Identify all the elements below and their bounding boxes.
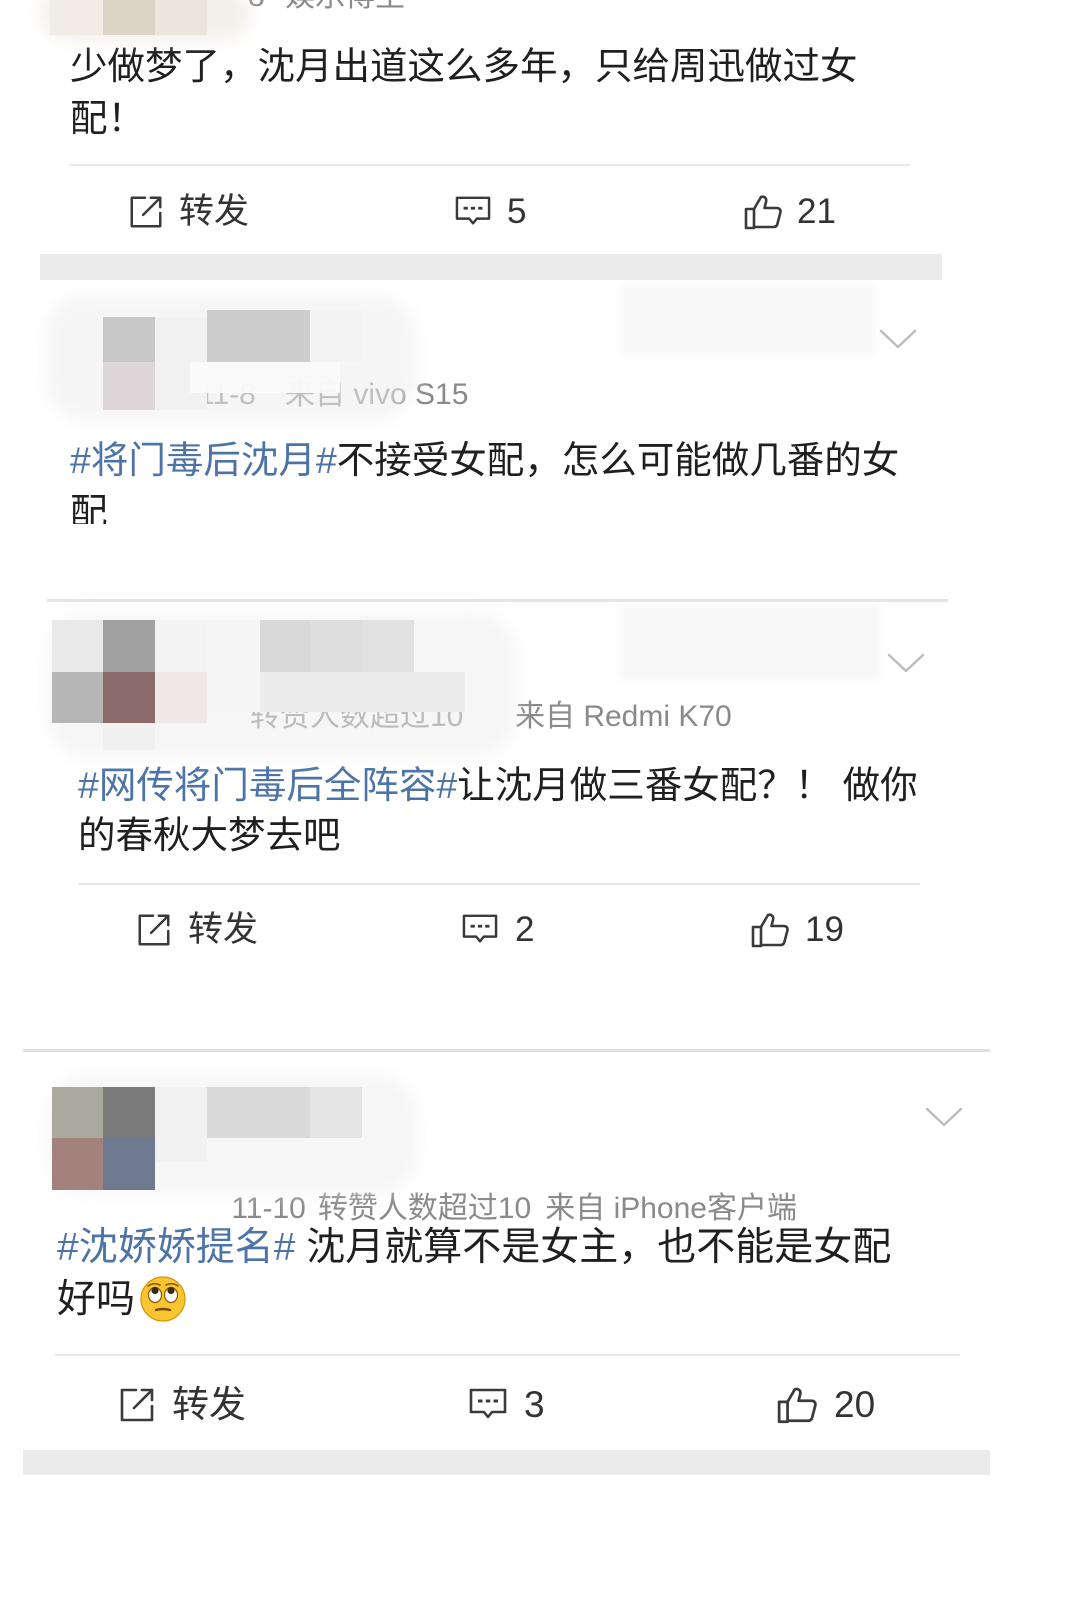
comment-bubble-icon[interactable] bbox=[468, 1387, 508, 1423]
author-badge: 娱乐博主 bbox=[285, 0, 405, 14]
blurred-region bbox=[620, 605, 880, 680]
comment-count[interactable]: 2 bbox=[515, 906, 534, 954]
post-text: #网传将门毒后全阵容#让沈月做三番女配？！ 做你 的春秋大梦去吧 bbox=[78, 759, 1038, 869]
comment-count[interactable]: 5 bbox=[507, 188, 526, 236]
comment-bubble-icon[interactable] bbox=[454, 195, 492, 229]
comment-button[interactable]: 2 bbox=[461, 906, 534, 954]
thumbs-up-icon[interactable] bbox=[743, 192, 783, 232]
post-time: 11-10 bbox=[231, 1192, 306, 1225]
face-with-rolling-eyes-icon bbox=[140, 1276, 186, 1322]
post-source: 来自 iPhone客户端 bbox=[545, 1192, 797, 1225]
section-gap bbox=[40, 254, 942, 280]
thumbs-up-icon[interactable] bbox=[776, 1384, 818, 1426]
divider bbox=[78, 883, 920, 885]
post-text-line: 好吗 bbox=[57, 1274, 187, 1326]
post-source: 来自 Redmi K70 bbox=[515, 700, 732, 733]
blurred-avatar[interactable] bbox=[45, 290, 415, 420]
repost-button[interactable]: 转发 bbox=[117, 1381, 246, 1429]
chevron-down-icon[interactable] bbox=[887, 652, 925, 674]
like-count[interactable]: 21 bbox=[797, 188, 836, 236]
comment-button[interactable]: 3 bbox=[468, 1381, 545, 1429]
blurred-avatar[interactable] bbox=[47, 1075, 417, 1195]
post-text-line: 配！ bbox=[70, 97, 145, 139]
section-gap bbox=[23, 1450, 990, 1475]
repost-label[interactable]: 转发 bbox=[188, 906, 258, 954]
share-out-icon[interactable] bbox=[127, 193, 165, 231]
thumbs-up-icon[interactable] bbox=[750, 910, 790, 950]
share-out-icon[interactable] bbox=[117, 1385, 157, 1425]
comment-bubble-icon[interactable] bbox=[461, 913, 499, 947]
like-button[interactable]: 20 bbox=[776, 1381, 875, 1429]
like-count[interactable]: 19 bbox=[805, 906, 844, 954]
section-separator bbox=[23, 1049, 990, 1052]
divider bbox=[70, 164, 910, 166]
post-stat: 转赞人数超过10 bbox=[317, 1192, 532, 1225]
like-count[interactable]: 20 bbox=[834, 1381, 875, 1429]
repost-label[interactable]: 转发 bbox=[179, 188, 249, 236]
post-text-line: 的春秋大梦去吧 bbox=[78, 814, 341, 856]
post-text-line: #网传将门毒后全阵容#让沈月做三番女配？！ 做你 bbox=[78, 759, 918, 811]
post-text-segment: 不接受女配，怎么可能做几番的女 bbox=[336, 439, 900, 481]
comment-count[interactable]: 3 bbox=[524, 1381, 545, 1429]
post-text-line: 配 bbox=[70, 491, 108, 524]
post-text: 少做梦了，沈月出道这么多年，只给周迅做过女 配！ bbox=[70, 40, 1030, 150]
repost-button[interactable]: 转发 bbox=[135, 906, 258, 954]
like-button[interactable]: 19 bbox=[750, 906, 844, 954]
like-button[interactable]: 21 bbox=[743, 188, 836, 236]
post-text: #将门毒后沈月#不接受女配，怎么可能做几番的女 配 bbox=[70, 434, 1030, 524]
hashtag-link[interactable]: #将门毒后沈月# bbox=[70, 439, 337, 481]
chevron-down-icon[interactable] bbox=[925, 1106, 963, 1128]
blurred-avatar[interactable] bbox=[40, 0, 250, 40]
blurred-avatar[interactable] bbox=[47, 612, 517, 757]
divider bbox=[47, 599, 948, 602]
post-text-segment: 让沈月做三番女配？！ 做你 bbox=[457, 764, 918, 806]
share-out-icon[interactable] bbox=[135, 911, 173, 949]
hashtag-link[interactable]: #网传将门毒后全阵容# bbox=[78, 764, 457, 806]
post-text-line: #将门毒后沈月#不接受女配，怎么可能做几番的女 bbox=[70, 434, 899, 486]
divider bbox=[55, 1354, 960, 1356]
chevron-down-icon[interactable] bbox=[879, 328, 917, 350]
post-time: 8 bbox=[248, 0, 265, 14]
post-text-segment: 好吗 bbox=[57, 1278, 136, 1321]
post-text-line: 少做梦了，沈月出道这么多年，只给周迅做过女 bbox=[70, 45, 858, 87]
blurred-region bbox=[620, 285, 875, 355]
comment-button[interactable]: 5 bbox=[454, 188, 526, 236]
repost-label[interactable]: 转发 bbox=[172, 1381, 246, 1429]
repost-button[interactable]: 转发 bbox=[127, 188, 249, 236]
